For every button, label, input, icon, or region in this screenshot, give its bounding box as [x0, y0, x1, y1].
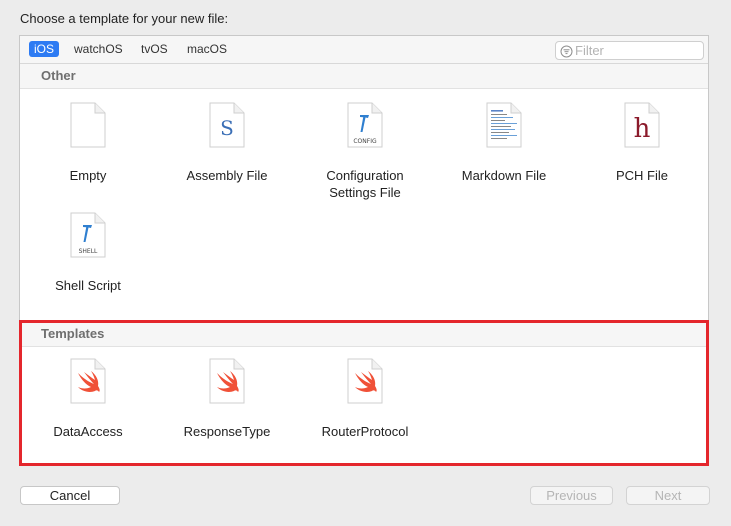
template-item-pch-file[interactable]: h PCH File — [572, 102, 712, 202]
template-item-label: PCH File — [615, 168, 668, 183]
template-item-markdown-file[interactable]: Markdown File — [434, 102, 574, 202]
tab-ios[interactable]: iOS — [29, 41, 60, 57]
template-item-responsetype[interactable]: ResponseType — [157, 358, 297, 439]
swift-document-icon — [209, 358, 245, 404]
markdown-document-icon — [486, 102, 522, 148]
pch-glyph: h — [634, 114, 651, 144]
template-item-label: ResponseType — [183, 424, 271, 439]
template-item-configuration-settings-file[interactable]: CONFIG Configuration Settings File — [295, 102, 435, 202]
template-item-routerprotocol[interactable]: RouterProtocol — [295, 358, 435, 439]
template-item-label: Assembly File — [186, 168, 268, 183]
dialog-title: Choose a template for your new file: — [20, 11, 229, 26]
config-document-icon: CONFIG — [347, 102, 383, 148]
template-item-label-line-1: Configuration — [326, 168, 404, 183]
template-item-empty[interactable]: Empty — [18, 102, 158, 202]
template-item-label: Markdown File — [461, 168, 547, 183]
template-item-label: Empty — [69, 168, 107, 183]
template-item-dataaccess[interactable]: DataAccess — [18, 358, 158, 439]
template-chooser-panel: iOS watchOS tvOS macOS Other Empty S — [19, 35, 709, 465]
pch-document-icon: h — [624, 102, 660, 148]
template-item-label: RouterProtocol — [321, 424, 409, 439]
platform-tab-bar: iOS watchOS tvOS macOS — [20, 36, 708, 64]
section-title-other: Other — [41, 68, 76, 83]
tab-watchos[interactable]: watchOS — [69, 41, 128, 57]
swift-document-icon — [347, 358, 383, 404]
template-item-shell-script[interactable]: SHELL Shell Script — [18, 212, 158, 302]
cancel-button[interactable]: Cancel — [20, 486, 120, 505]
shell-document-icon: SHELL — [70, 212, 106, 258]
template-item-assembly-file[interactable]: S Assembly File — [157, 102, 297, 202]
swift-document-icon — [70, 358, 106, 404]
section-title-templates: Templates — [41, 326, 105, 341]
next-button[interactable]: Next — [626, 486, 710, 505]
config-badge: CONFIG — [353, 138, 377, 145]
filter-icon — [560, 45, 573, 58]
assembly-document-icon: S — [209, 102, 245, 148]
template-item-label: DataAccess — [53, 424, 123, 439]
filter-field[interactable] — [555, 41, 704, 60]
template-item-label-line-2: Settings File — [329, 185, 401, 200]
assembly-glyph: S — [220, 116, 234, 140]
filter-input[interactable] — [575, 43, 695, 57]
template-item-label: Shell Script — [55, 278, 121, 293]
blank-document-icon — [70, 102, 106, 148]
section-header-other: Other — [20, 64, 708, 89]
tab-macos[interactable]: macOS — [182, 41, 232, 57]
tab-tvos[interactable]: tvOS — [136, 41, 173, 57]
section-header-templates: Templates — [20, 322, 708, 347]
previous-button[interactable]: Previous — [530, 486, 613, 505]
shell-badge: SHELL — [79, 248, 98, 255]
